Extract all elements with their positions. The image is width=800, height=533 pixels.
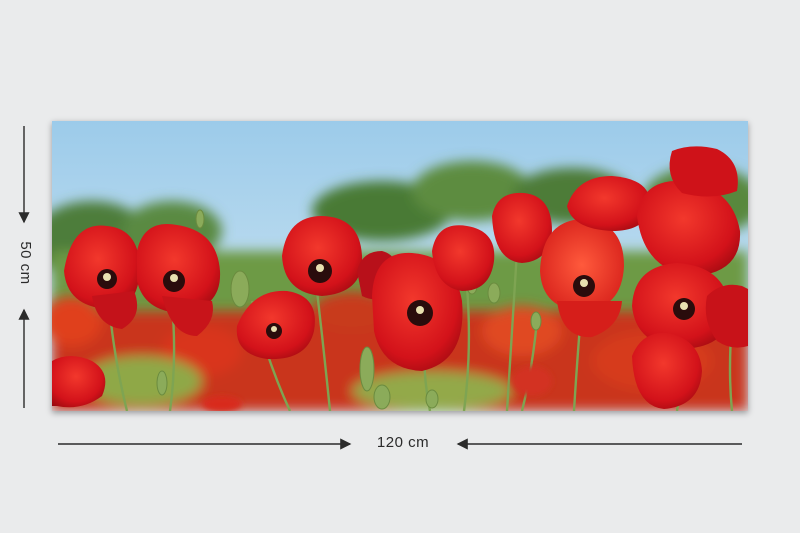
height-dimension-label: 50 cm [17, 241, 34, 285]
canvas-print [52, 121, 748, 411]
product-view: 120 cm 50 cm [0, 0, 800, 533]
width-dimension-label: 120 cm [376, 434, 430, 451]
poppy-field-picture [52, 121, 748, 411]
